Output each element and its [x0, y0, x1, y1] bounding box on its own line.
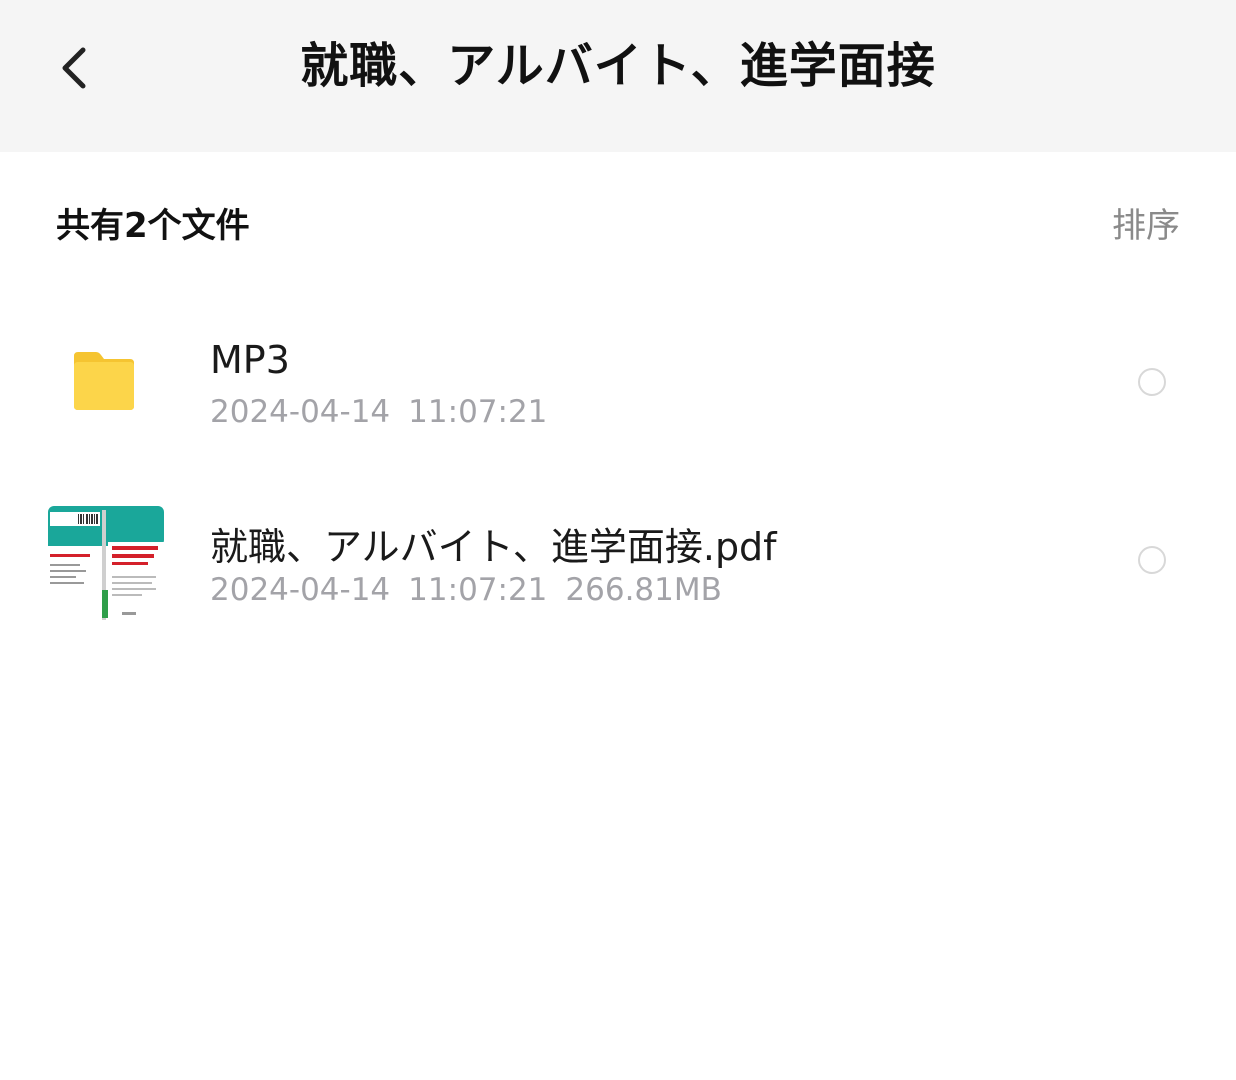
sort-button[interactable]: 排序	[1112, 198, 1180, 247]
file-date: 2024-04-14	[210, 572, 391, 608]
page-title: 就職、アルバイト、進学面接	[300, 38, 936, 94]
file-time: 11:07:21	[408, 394, 548, 430]
file-name: MP3	[210, 338, 290, 382]
file-meta: 2024-04-14 11:07:21	[210, 394, 547, 430]
pdf-thumbnail-icon	[48, 506, 164, 622]
chevron-left-icon	[62, 47, 86, 89]
top-app-bar: 就職、アルバイト、進学面接	[0, 0, 1236, 152]
file-name: 就職、アルバイト、進学面接.pdf	[210, 525, 777, 569]
folder-icon	[74, 352, 134, 410]
list-item-pdf[interactable]: 就職、アルバイト、進学面接.pdf 2024-04-14 11:07:21 266.…	[0, 478, 1236, 646]
summary-bar: 共有2个文件 排序	[0, 152, 1236, 292]
select-radio-button[interactable]	[1138, 546, 1166, 574]
file-size: 266.81MB	[565, 572, 722, 608]
select-radio-button[interactable]	[1138, 368, 1166, 396]
file-time: 11:07:21	[408, 572, 548, 608]
list-item-folder[interactable]: MP3 2024-04-14 11:07:21	[0, 300, 1236, 468]
back-button[interactable]	[44, 34, 104, 102]
file-count-label: 共有2个文件	[56, 206, 250, 246]
file-date: 2024-04-14	[210, 394, 391, 430]
file-meta: 2024-04-14 11:07:21 266.81MB	[210, 572, 722, 608]
